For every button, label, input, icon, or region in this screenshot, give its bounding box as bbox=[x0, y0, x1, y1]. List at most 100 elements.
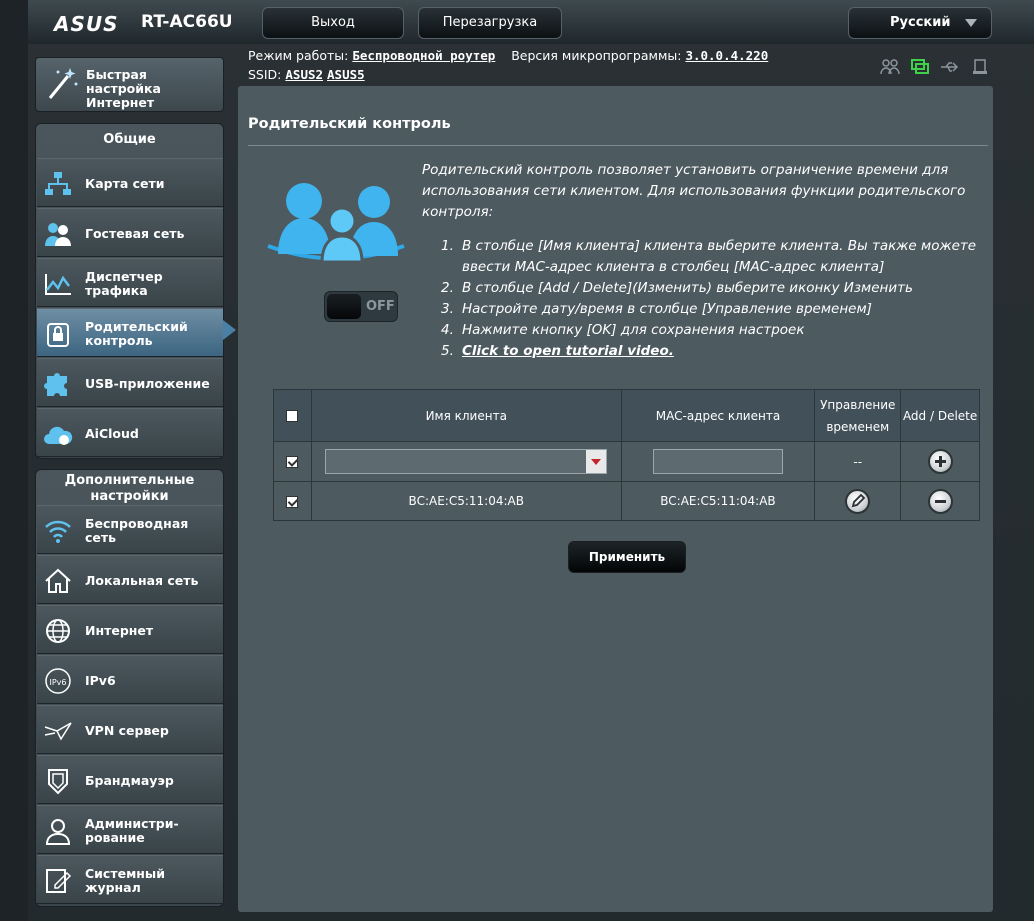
sidebar-item-network-map[interactable]: Карта сети bbox=[37, 158, 223, 207]
sidebar-item-vpn[interactable]: VPN сервер bbox=[37, 705, 223, 754]
sidebar-item-internet[interactable]: Интернет bbox=[37, 605, 223, 654]
table-row: BC:AE:C5:11:04:AB BC:AE:C5:11:04:AB bbox=[273, 481, 980, 521]
sidebar-item-guest-network[interactable]: Гостевая сеть bbox=[37, 208, 223, 257]
row-mac: BC:AE:C5:11:04:AB bbox=[620, 481, 816, 521]
shield-icon bbox=[48, 769, 68, 795]
new-client-row: -- bbox=[273, 441, 980, 482]
reboot-button[interactable]: Перезагрузка bbox=[418, 7, 562, 39]
sidebar-label: Интернет bbox=[85, 622, 154, 638]
edit-cell bbox=[814, 481, 902, 521]
chevron-down-icon bbox=[965, 19, 977, 27]
add-icon[interactable] bbox=[927, 449, 953, 474]
globe-icon bbox=[46, 619, 70, 643]
mode-link[interactable]: Беспроводной роутер bbox=[352, 48, 495, 63]
toggle-state: OFF bbox=[366, 299, 395, 314]
step-4: 4. Нажмите кнопку [OK] для сохранения нас… bbox=[441, 320, 981, 341]
ssid-link-2[interactable]: ASUS5 bbox=[327, 67, 365, 82]
cloud-icon bbox=[44, 426, 73, 445]
sidebar-item-ipv6[interactable]: IPv6 IPv6 bbox=[37, 655, 223, 704]
sidebar-item-wireless[interactable]: Беспроводная сеть bbox=[37, 505, 223, 554]
delete-icon[interactable] bbox=[927, 488, 953, 514]
title-divider bbox=[248, 145, 988, 146]
row-checkbox[interactable] bbox=[286, 495, 299, 508]
delete-cell bbox=[900, 481, 980, 521]
instruction-steps: 1. В столбце [Имя клиента] клиента выбери… bbox=[441, 236, 981, 362]
sidebar-label: Карта сети bbox=[85, 175, 165, 191]
network-map-icon bbox=[45, 172, 71, 195]
row-check-cell bbox=[273, 481, 312, 521]
mac-address-input[interactable] bbox=[652, 449, 783, 474]
firmware-link[interactable]: 3.0.0.4.220 bbox=[685, 48, 768, 63]
apply-button[interactable]: Применить bbox=[568, 541, 686, 573]
puzzle-icon bbox=[44, 373, 67, 396]
vpn-icon bbox=[44, 722, 72, 741]
active-item-pointer bbox=[223, 320, 236, 340]
sidebar-label: IPv6 bbox=[85, 672, 116, 688]
sidebar-label: Родительский контроль bbox=[85, 318, 188, 348]
clients-icon[interactable] bbox=[880, 58, 900, 76]
description: Родительский контроль позволяет установи… bbox=[422, 162, 966, 220]
svg-text:IPv6: IPv6 bbox=[49, 678, 66, 687]
step-5: 5. Click to open tutorial video. bbox=[441, 341, 981, 362]
row-client-name: BC:AE:C5:11:04:AB bbox=[310, 481, 622, 521]
select-all-cell bbox=[273, 389, 312, 442]
select-all-checkbox[interactable] bbox=[286, 410, 299, 422]
sidebar-item-firewall[interactable]: Брандмауэр bbox=[37, 755, 223, 804]
asus-logo: ASUS bbox=[54, 12, 119, 36]
mode-label: Режим работы: bbox=[248, 48, 349, 63]
sidebar-label: VPN сервер bbox=[85, 722, 169, 738]
new-row-check-cell bbox=[273, 441, 312, 482]
mac-input-cell bbox=[620, 441, 816, 482]
client-name-select[interactable] bbox=[325, 449, 608, 474]
sidebar-label: USB-приложение bbox=[85, 375, 210, 391]
step-text: Нажмите кнопку [OK] для сохранения настр… bbox=[462, 322, 805, 338]
wireless-icon bbox=[45, 520, 71, 543]
sidebar-label: Брандмауэр bbox=[85, 772, 174, 788]
sidebar-label: Беспроводная сеть bbox=[85, 515, 189, 545]
log-edit-icon bbox=[46, 869, 72, 893]
firmware-label: Версия микропрограммы: bbox=[511, 48, 682, 63]
sidebar-item-usb-app[interactable]: USB-приложение bbox=[37, 358, 223, 407]
parental-control-toggle[interactable]: OFF bbox=[324, 291, 398, 322]
quick-internet-setup-button[interactable]: Быстрая настройка Интернет bbox=[35, 57, 224, 112]
dropdown-arrow-icon[interactable] bbox=[586, 450, 607, 473]
step-3: 3. Настройте дату/время в столбце [Управл… bbox=[441, 299, 981, 320]
header-time-management: Управление временем bbox=[814, 389, 902, 442]
language-select[interactable]: Русский bbox=[848, 7, 992, 39]
sidebar-label: AiCloud bbox=[85, 425, 139, 441]
wan-status-icon[interactable] bbox=[910, 58, 930, 76]
sidebar-item-system-log[interactable]: Системный журнал bbox=[37, 855, 223, 904]
sidebar-item-parental-control[interactable]: Родительский контроль bbox=[37, 308, 223, 357]
ipv6-icon: IPv6 bbox=[45, 668, 71, 694]
ssid-line: SSID: ASUS2 ASUS5 bbox=[248, 67, 365, 82]
sidebar-item-administration[interactable]: Администри-рование bbox=[37, 805, 223, 854]
advanced-heading: Дополнительные настройки bbox=[64, 473, 195, 504]
header-client-name: Имя клиента bbox=[310, 389, 622, 442]
tutorial-video-link[interactable]: Click to open tutorial video. bbox=[462, 341, 674, 362]
sidebar-item-aicloud[interactable]: AiCloud bbox=[37, 408, 223, 457]
header-add-delete: Add / Delete bbox=[900, 389, 980, 442]
client-table: Имя клиента MAC-адрес клиента Управление… bbox=[273, 389, 980, 521]
general-heading: Общие bbox=[103, 132, 156, 147]
lock-icon bbox=[47, 323, 69, 347]
usb-icon[interactable] bbox=[940, 58, 960, 76]
router-model: RT-AC66U bbox=[141, 12, 233, 32]
ssid-link-1[interactable]: ASUS2 bbox=[285, 67, 323, 82]
printer-icon[interactable] bbox=[970, 58, 990, 76]
sidebar-label: Локальная сеть bbox=[85, 572, 199, 588]
sidebar-label: Гостевая сеть bbox=[85, 225, 185, 241]
header-mac: MAC-адрес клиента bbox=[620, 389, 816, 442]
user-icon bbox=[45, 819, 71, 845]
sidebar-item-lan[interactable]: Локальная сеть bbox=[37, 555, 223, 604]
operation-mode-line: Режим работы: Беспроводной роутер Версия… bbox=[248, 48, 768, 63]
language-value: Русский bbox=[890, 15, 951, 30]
sidebar-item-traffic-manager[interactable]: Диспетчер трафика bbox=[37, 258, 223, 307]
edit-pencil-icon[interactable] bbox=[845, 488, 871, 514]
sidebar-label: Администри-рование bbox=[85, 815, 179, 845]
logout-button[interactable]: Выход bbox=[262, 7, 404, 39]
toggle-knob bbox=[327, 294, 361, 319]
step-text: В столбце [Имя клиента] клиента выберите… bbox=[462, 238, 977, 275]
new-row-checkbox[interactable] bbox=[286, 456, 299, 468]
status-icons bbox=[880, 58, 990, 76]
step-text: В столбце [Add / Delete](Изменить) выбер… bbox=[462, 280, 913, 296]
